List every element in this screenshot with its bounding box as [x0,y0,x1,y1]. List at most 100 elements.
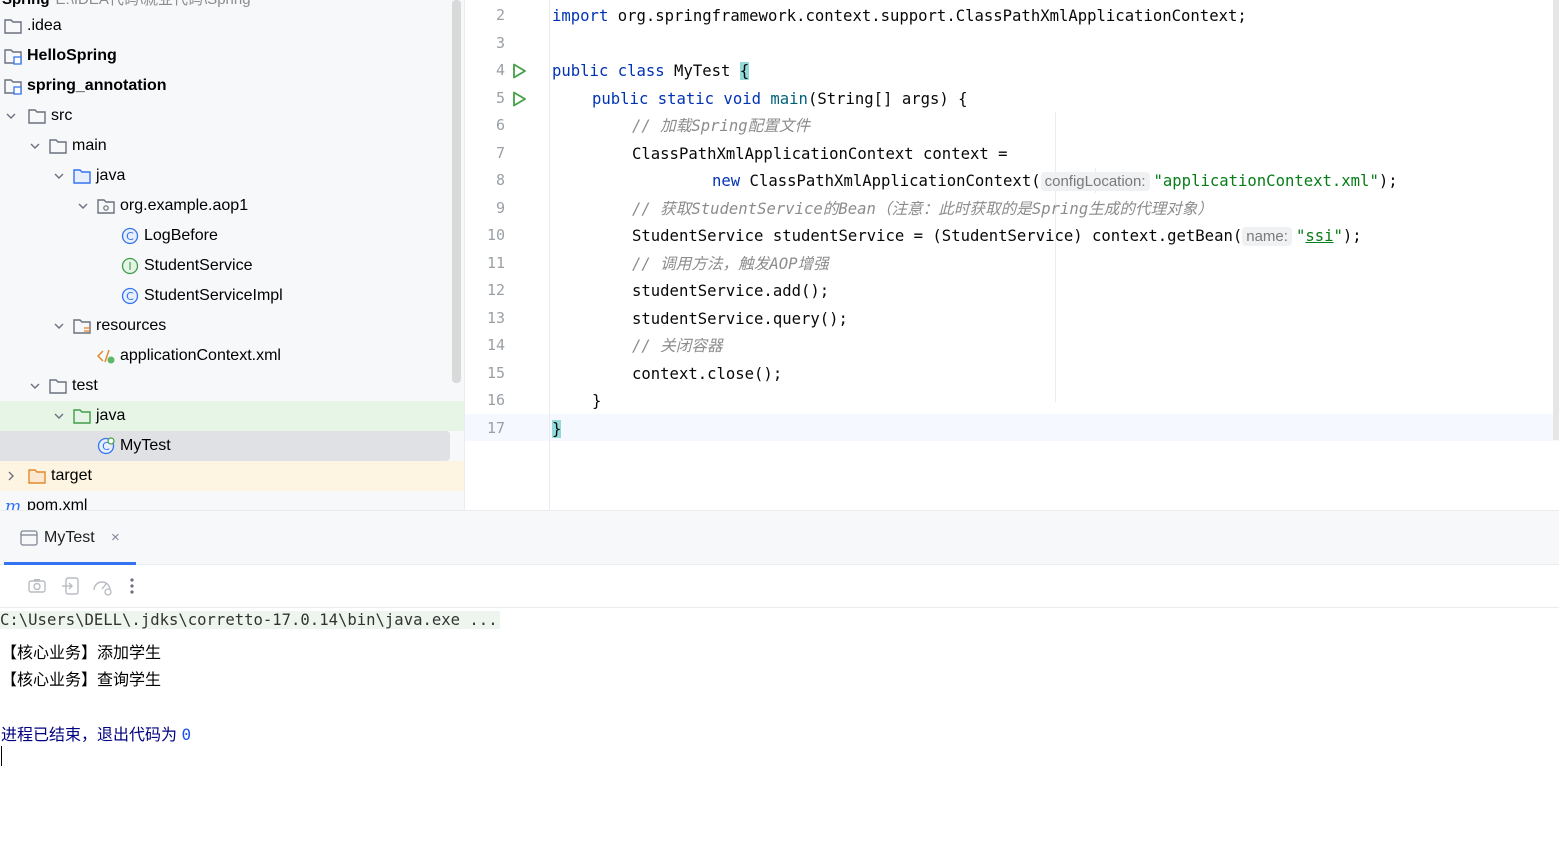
line-number: 8 [495,171,505,189]
tree-item-resources[interactable]: resources [0,311,464,341]
code-line-4[interactable]: public class MyTest { [552,60,1552,87]
console-exit-line: 进程已结束，退出代码为 0 [1,725,192,744]
excluded-folder-icon [27,467,47,485]
code-line-5[interactable]: public static void main(String[] args) { [592,88,1559,115]
console-command-line[interactable]: C:\Users\DELL\.jdks\corretto-17.0.14\bin… [0,611,500,630]
chevron-down-icon[interactable] [52,169,66,183]
import-icon[interactable] [60,575,82,597]
tree-item-label: org.example.aop1 [120,197,249,214]
tree-item-target[interactable]: target [0,461,464,491]
screenshot-icon[interactable] [26,575,48,597]
console-output-line: 【核心业务】添加学生 [1,645,162,662]
chevron-down-icon[interactable] [4,109,18,123]
run-tab-mytest[interactable]: MyTest × [4,511,136,565]
tree-item-label: LogBefore [144,227,218,244]
chevron-down-icon[interactable] [28,379,42,393]
tree-item-java[interactable]: java [0,161,464,191]
code-line-17[interactable]: } [552,418,1552,445]
line-number: 3 [495,33,505,52]
project-root-header[interactable]: Spring E:\IDEA代码\就业代码\Spring [2,0,251,9]
tree-item-studentservice[interactable]: I StudentService [0,251,464,281]
code-line-14-comment[interactable]: // 关闭容器 [632,335,1559,362]
run-tool-window: MyTest × C:\Users\DELL\.jdks\corretto-17… [0,510,1559,842]
svg-text:C: C [126,230,134,243]
project-tree-panel: Spring E:\IDEA代码\就业代码\Spring .idea HelloSp… [0,0,465,510]
xml-file-icon [96,347,116,365]
tree-item-hellospring[interactable]: HelloSpring [0,41,464,71]
line-number: 17 [486,418,505,437]
source-folder-icon [72,167,92,185]
tree-item-src[interactable]: src [0,101,464,131]
tree-item-label: pom.xml [27,497,88,510]
selection-highlight [0,431,450,461]
code-line-16[interactable]: } [592,390,1559,417]
code-line-6-comment[interactable]: // 加载Spring配置文件 [632,115,1559,142]
tree-scrollbar[interactable] [452,0,461,383]
line-number: 16 [486,391,505,409]
line-number: 12 [486,281,505,299]
module-folder-icon [3,77,23,95]
tree-item-applicationcontext-xml[interactable]: applicationContext.xml [0,341,464,371]
run-gutter-icon[interactable] [511,91,527,107]
line-number: 5 [495,88,505,107]
tree-item-label: resources [96,317,167,334]
code-line-9-comment[interactable]: // 获取StudentService的Bean（注意：此时获取的是Spring… [632,198,1559,225]
code-editor[interactable]: 2 3 4 5 6 7 8 9 10 11 12 13 14 15 16 17 import org.spri… [465,0,1559,510]
folder-icon [48,377,68,395]
code-line-12[interactable]: studentService.add(); [632,280,1559,307]
code-line-8[interactable]: new ClassPathXmlApplicationContext(confi… [712,170,1559,197]
line-number: 2 [495,6,505,24]
code-line-11-comment[interactable]: // 调用方法，触发AOP增强 [632,253,1559,280]
folder-icon [3,17,23,35]
package-icon [96,197,116,215]
console-output[interactable]: C:\Users\DELL\.jdks\corretto-17.0.14\bin… [0,608,1559,842]
code-line-10[interactable]: StudentService studentService = (Student… [632,225,1559,252]
more-icon[interactable] [126,575,138,597]
folder-icon [27,107,47,125]
param-hint-name: name: [1242,227,1292,246]
chevron-down-icon[interactable] [28,139,42,153]
line-number: 9 [495,198,505,217]
run-tab-bar: MyTest × [0,511,1559,565]
svg-text:I: I [128,260,131,273]
tree-item-label: applicationContext.xml [120,347,281,364]
chevron-down-icon[interactable] [52,409,66,423]
code-line-7[interactable]: ClassPathXmlApplicationContext context = [632,143,1559,170]
project-root-name: Spring [2,0,50,8]
tree-item-org-example-aop1[interactable]: org.example.aop1 [0,191,464,221]
tree-item-label: test [72,377,98,394]
line-number: 4 [495,61,505,79]
close-icon[interactable]: × [111,529,120,546]
stop-icon[interactable] [0,575,4,597]
tree-item-java[interactable]: java [0,401,464,431]
tree-item-label: target [51,467,92,484]
tree-item-label: .idea [27,17,62,34]
tree-item-mytest[interactable]: C MyTest [0,431,464,461]
code-line-2[interactable]: import org.springframework.context.suppo… [552,5,1552,32]
code-line-13[interactable]: studentService.query(); [632,308,1559,335]
tree-item-label: java [96,167,126,184]
code-line-15[interactable]: context.close(); [632,363,1559,390]
chevron-down-icon[interactable] [76,199,90,213]
chevron-right-icon[interactable] [4,469,18,483]
chevron-down-icon[interactable] [52,319,66,333]
run-toolbar [0,565,1559,608]
run-config-icon [20,530,38,546]
editor-gutter: 2 3 4 5 6 7 8 9 10 11 12 13 14 15 16 17 [465,0,550,510]
tree-item-test[interactable]: test [0,371,464,401]
tree-item-spring-annotation[interactable]: spring_annotation [0,71,464,101]
tree-item-label: StudentServiceImpl [144,287,283,304]
tree-item-main[interactable]: main [0,131,464,161]
svg-text:m: m [5,497,21,510]
tree-item-logbefore[interactable]: C LogBefore [0,221,464,251]
resources-folder-icon [72,317,92,335]
tree-item--idea[interactable]: .idea [0,11,464,41]
tree-item-label: MyTest [120,437,171,454]
tree-item-pom-xml[interactable]: m pom.xml [0,491,464,510]
run-gutter-icon[interactable] [511,63,527,79]
project-root-path: E:\IDEA代码\就业代码\Spring [56,0,251,8]
tree-item-studentserviceimpl[interactable]: C StudentServiceImpl [0,281,464,311]
editor-scrollbar[interactable] [1553,0,1559,440]
profiler-icon[interactable] [91,575,113,597]
maven-icon: m [3,497,23,510]
